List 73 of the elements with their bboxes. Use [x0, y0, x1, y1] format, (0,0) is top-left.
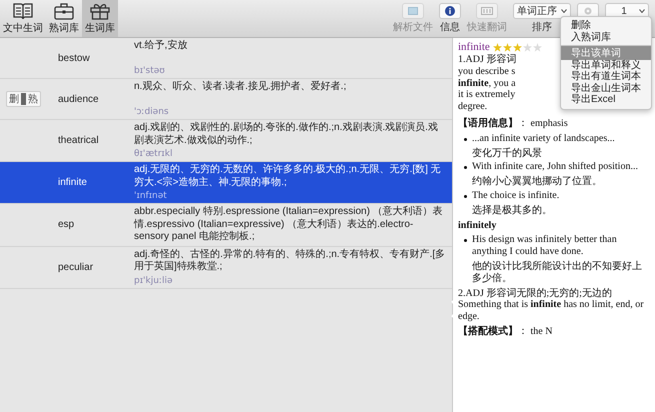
star-icon [492, 42, 502, 52]
phonetic-text: pɪ'kjuːliə [134, 276, 174, 286]
example-sentence: ...an infinite variety of landscapes... [472, 132, 615, 145]
bullet-icon [464, 166, 467, 170]
menu-item[interactable]: 入熟词库 [561, 32, 651, 43]
word-text: audience [58, 94, 100, 104]
star-icon [532, 42, 542, 52]
picture-frame-icon [408, 7, 418, 15]
example-translation: 约翰小心翼翼地挪动了位置。 [472, 176, 603, 188]
word-row[interactable]: 删 熟 audience n.观众、听众、读者.读者.接见.拥护者、爱好者.; 'ɔːdiəns [0, 79, 452, 120]
word-text: esp [58, 219, 76, 230]
bullet-icon [464, 239, 467, 242]
menu-item[interactable]: 导出有道生词本 [561, 71, 651, 82]
bullet-icon [464, 194, 467, 198]
word-row[interactable]: peculiar adj.奇怪的、古怪的.异常的.特有的、特殊的.;n.专有特权、专有财产.[多用于英国]特殊教堂.; pɪ'kjuːliə [0, 246, 452, 288]
definition-text: degree. [458, 101, 488, 113]
definition-text: adj.无限的、无穷的.无数的、许许多多的.极大的.;n.无限、无穷.[数] 无穷大.<宗>造物主、神.无限的事物.; [134, 164, 442, 189]
example-translation: 他的设计比我所能设计出的不知要好上多少倍。 [472, 260, 643, 285]
phonetic-text: θɪ'ætrɪkl [134, 149, 174, 159]
sort-dropdown[interactable]: 单词正序 [513, 3, 571, 19]
example-sentence: The choice is infinite. [472, 190, 560, 202]
example-translation: 变化万千的风景 [472, 148, 543, 160]
star-icon [512, 42, 522, 52]
menu-item[interactable]: 删除 [561, 20, 651, 32]
bullet-icon [464, 138, 467, 141]
caret-icon [561, 9, 567, 13]
menu-item[interactable]: 导出Excel [561, 94, 651, 106]
derived-word: infinitely [458, 220, 498, 232]
caret-icon [639, 9, 645, 13]
definition-text: you describe s [458, 66, 516, 78]
menu-item[interactable]: 导出金山生词本 [561, 82, 651, 94]
word-text: peculiar [58, 262, 94, 272]
library-tab[interactable]: 文中生词 [0, 0, 46, 37]
menu-item[interactable]: 导出单词和释义 [561, 60, 651, 71]
briefcase-icon [54, 2, 74, 20]
info-button[interactable] [439, 3, 461, 19]
toolbar-label: 信息 [440, 20, 460, 34]
definition-text: n.观众、听众、读者.读者.接见.拥护者、爱好者.; [134, 81, 348, 94]
definition-text: it is extremely [458, 89, 516, 102]
section-heading: 【语用信息】： emphasis [458, 118, 569, 130]
definition-text: adj.奇怪的、古怪的.异常的.特有的、特殊的.;n.专有特权、专有财产.[多用于英国]特殊教堂.; [134, 248, 446, 274]
entry-word: infinite [458, 41, 490, 54]
toolbar-label: 排序 [532, 20, 552, 34]
gift-icon [90, 2, 110, 20]
star-icon [502, 42, 512, 52]
definition-text: vt.给予,安放 [134, 40, 188, 52]
grid-icon [481, 7, 493, 15]
example-sentence: His design was infinitely better than anything I could have done. [472, 234, 618, 258]
section-heading: 【搭配模式】： the N [458, 326, 554, 338]
phonetic-text: 'ɔːdiəns [134, 107, 170, 117]
word-text: theatrical [58, 135, 100, 146]
example-sentence: With infinite care, John shifted position... [472, 161, 638, 174]
definition-text: abbr.especially 特别.espressione (Italian=expression) （意大利语）表情.espressivo (Italian=expressive) （意大利语）表达的.electro-sensory panel 电能控制板.; [134, 206, 444, 244]
word-row[interactable]: infinite adj.无限的、无穷的.无数的、许许多多的.极大的.;n.无限、无穷.[数] 无穷大.<宗>造物主、神.无限的事物.; 'ɪnfɪnət [0, 162, 452, 204]
definition-text: 1.ADJ 形容词 [458, 54, 516, 66]
info-icon [445, 6, 455, 16]
library-tab[interactable]: 熟词库 [46, 0, 82, 37]
library-tab[interactable]: 生词库 [82, 0, 118, 37]
definition-text: adj.戏剧的、戏剧性的.剧场的.夸张的.做作的.;n.戏剧表演.戏剧演员.戏剧表演艺术.做戏似的动作.; [134, 122, 439, 147]
definition-text: 2.ADJ 形容词无限的;无穷的;无边的 Something that is infinite has no limit, end, or edge. [458, 288, 645, 323]
star-icon [522, 42, 532, 52]
phonetic-text: 'ɪnfɪnət [134, 191, 168, 201]
word-row[interactable]: bestow vt.给予,安放 bɪ'stəʊ [0, 38, 452, 79]
toolbar-label: 快速翻词 [467, 20, 507, 34]
example-translation: 选择是极其多的。 [472, 204, 553, 217]
word-text: infinite [58, 177, 88, 188]
phonetic-text: bɪ'stəʊ [134, 66, 166, 76]
status-toggle[interactable]: 删 熟 [6, 91, 41, 107]
definition-text: infinite, you a [458, 78, 516, 90]
toolbar-label: 解析文件 [393, 20, 433, 34]
book-icon [13, 2, 33, 20]
word-text: bestow [58, 52, 91, 64]
word-row[interactable]: esp abbr.especially 特别.espressione (Italian=expression) （意大利语）表情.espressivo (Italian=expressive) （意大利语）表达的.electro-sensory panel 电能控制板.; [0, 204, 452, 246]
